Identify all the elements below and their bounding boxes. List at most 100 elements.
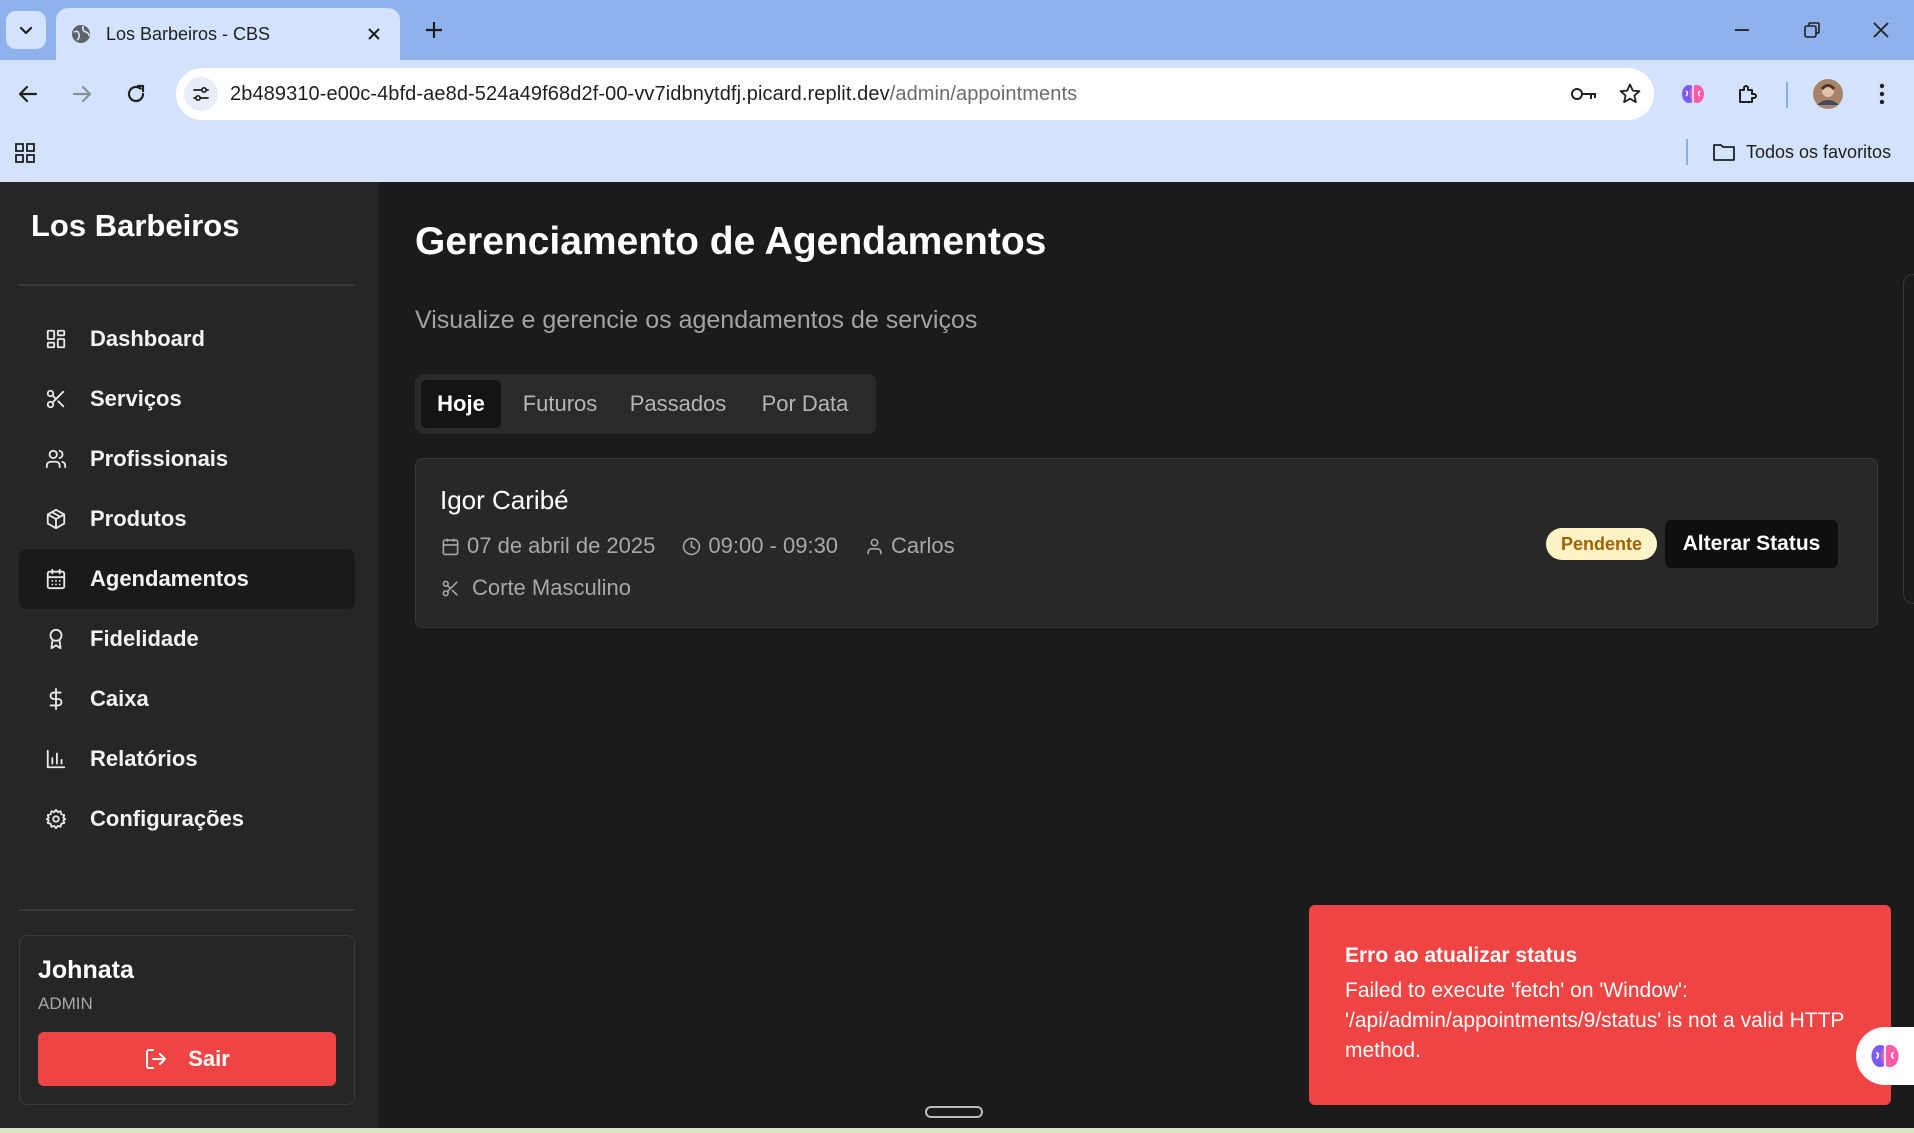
logout-icon bbox=[144, 1047, 168, 1071]
side-panel-edge[interactable] bbox=[1903, 274, 1914, 604]
main-content: Gerenciamento de Agendamentos Visualize … bbox=[379, 182, 1914, 1128]
toolbar-separator bbox=[1786, 82, 1788, 108]
brain-extension-icon[interactable] bbox=[1671, 72, 1715, 116]
profile-avatar[interactable] bbox=[1806, 72, 1850, 116]
sidebar-item-label: Dashboard bbox=[90, 326, 205, 351]
sidebar-item-label: Agendamentos bbox=[90, 566, 249, 591]
plus-icon bbox=[424, 20, 444, 40]
bookmarks-folder-label: Todos os favoritos bbox=[1746, 141, 1892, 162]
client-name: Igor Caribé bbox=[440, 485, 569, 515]
appointment-tabs: Hoje Futuros Passados Por Data bbox=[415, 374, 876, 434]
address-bar[interactable]: 2b489310-e00c-4bfd-ae8d-524a49f68d2f-00-… bbox=[176, 68, 1654, 120]
browser-menu-button[interactable] bbox=[1860, 72, 1904, 116]
calendar-icon bbox=[43, 566, 69, 592]
sidebar-item-label: Relatórios bbox=[90, 746, 198, 771]
status-badge: Pendente bbox=[1546, 528, 1658, 560]
tab-passados[interactable]: Passados bbox=[617, 380, 739, 428]
back-button[interactable] bbox=[8, 74, 48, 114]
sidebar-item-label: Profissionais bbox=[90, 446, 229, 471]
sidebar-item-label: Serviços bbox=[90, 386, 182, 411]
minimize-button[interactable] bbox=[1722, 10, 1762, 50]
apps-grid-icon[interactable] bbox=[10, 138, 40, 168]
appointment-professional: Carlos bbox=[891, 533, 955, 558]
calendar-icon bbox=[440, 536, 460, 556]
sidebar-item-caixa[interactable]: Caixa bbox=[19, 669, 355, 729]
sidebar-divider bbox=[19, 284, 355, 286]
scissors-icon bbox=[43, 386, 69, 412]
bookmarks-bar bbox=[0, 128, 1914, 182]
new-tab-button[interactable] bbox=[418, 14, 450, 46]
tab-hoje[interactable]: Hoje bbox=[421, 380, 501, 428]
appointment-service-row: Corte Masculino bbox=[440, 575, 631, 601]
more-vertical-icon bbox=[1879, 83, 1885, 105]
bookmark-star-icon[interactable] bbox=[1610, 72, 1650, 116]
brand-title: Los Barbeiros bbox=[31, 208, 240, 243]
password-key-icon[interactable] bbox=[1564, 72, 1604, 116]
tab-futuros[interactable]: Futuros bbox=[507, 380, 613, 428]
logout-button[interactable]: Sair bbox=[38, 1032, 336, 1086]
sidebar-item-servicos[interactable]: Serviços bbox=[19, 369, 355, 429]
chevron-down-icon bbox=[18, 22, 34, 38]
grid-icon bbox=[43, 326, 69, 352]
appointment-time: 09:00 - 09:30 bbox=[708, 533, 839, 558]
clock-icon bbox=[681, 536, 701, 556]
arrow-right-icon bbox=[71, 83, 93, 105]
bar-chart-icon bbox=[43, 746, 69, 772]
restore-icon bbox=[1803, 21, 1821, 39]
taskbar-edge bbox=[0, 1128, 1914, 1133]
logout-label: Sair bbox=[188, 1046, 230, 1071]
close-window-button[interactable] bbox=[1861, 10, 1901, 50]
appointment-meta: 07 de abril de 2025 09:00 - 09:30 Carlos bbox=[440, 533, 955, 559]
forward-button[interactable] bbox=[62, 74, 102, 114]
sidebar-item-label: Configurações bbox=[90, 806, 245, 831]
reload-button[interactable] bbox=[116, 74, 156, 114]
sidebar-item-configuracoes[interactable]: Configurações bbox=[19, 789, 355, 849]
bookmarks-separator bbox=[1686, 139, 1688, 165]
browser-chrome: Los Barbeiros - CBS 2b489310-e00c-4bfd-a… bbox=[0, 0, 1914, 182]
user-card: Johnata ADMIN Sair bbox=[19, 935, 355, 1105]
sidebar-item-agendamentos[interactable]: Agendamentos bbox=[19, 549, 355, 609]
users-icon bbox=[43, 446, 69, 472]
toast-title: Erro ao atualizar status bbox=[1345, 944, 1578, 967]
sidebar-item-dashboard[interactable]: Dashboard bbox=[19, 309, 355, 369]
folder-icon bbox=[1712, 142, 1736, 162]
user-name: Johnata bbox=[38, 956, 134, 984]
extensions-puzzle-icon[interactable] bbox=[1726, 72, 1770, 116]
sidebar: Los Barbeiros Dashboard Serviços Profiss… bbox=[0, 182, 379, 1128]
award-icon bbox=[43, 626, 69, 652]
package-icon bbox=[43, 506, 69, 532]
sidebar-item-fidelidade[interactable]: Fidelidade bbox=[19, 609, 355, 669]
sidebar-item-label: Caixa bbox=[90, 686, 149, 711]
sidebar-item-relatorios[interactable]: Relatórios bbox=[19, 729, 355, 789]
globe-icon bbox=[70, 23, 92, 45]
all-bookmarks-folder[interactable]: Todos os favoritos bbox=[1712, 134, 1891, 170]
site-info-icon[interactable] bbox=[184, 77, 218, 111]
close-icon bbox=[1872, 21, 1890, 39]
appointment-date: 07 de abril de 2025 bbox=[467, 533, 656, 558]
close-tab-icon[interactable] bbox=[362, 22, 386, 46]
gear-icon bbox=[43, 806, 69, 832]
browser-tab[interactable]: Los Barbeiros - CBS bbox=[56, 8, 400, 60]
page-subtitle: Visualize e gerencie os agendamentos de … bbox=[415, 306, 978, 334]
brain-assistant-icon[interactable] bbox=[1856, 1027, 1914, 1085]
minimize-icon bbox=[1733, 21, 1751, 39]
tab-title: Los Barbeiros - CBS bbox=[106, 23, 271, 44]
restore-button[interactable] bbox=[1792, 10, 1832, 50]
sidebar-divider bbox=[19, 909, 355, 911]
tab-search-button[interactable] bbox=[6, 11, 46, 49]
scroll-indicator[interactable] bbox=[925, 1106, 983, 1118]
sidebar-item-label: Produtos bbox=[90, 506, 187, 531]
app-root: Los Barbeiros Dashboard Serviços Profiss… bbox=[0, 182, 1914, 1128]
sidebar-item-profissionais[interactable]: Profissionais bbox=[19, 429, 355, 489]
toast-message: Failed to execute 'fetch' on 'Window': '… bbox=[1345, 979, 1845, 1062]
user-icon bbox=[864, 536, 884, 556]
appointment-service: Corte Masculino bbox=[472, 575, 631, 600]
user-role: ADMIN bbox=[38, 994, 93, 1013]
sidebar-item-produtos[interactable]: Produtos bbox=[19, 489, 355, 549]
dollar-icon bbox=[43, 686, 69, 712]
arrow-left-icon bbox=[17, 83, 39, 105]
reload-icon bbox=[125, 83, 147, 105]
error-toast[interactable]: Erro ao atualizar status Failed to execu… bbox=[1309, 905, 1891, 1105]
change-status-button[interactable]: Alterar Status bbox=[1665, 520, 1838, 568]
tab-por-data[interactable]: Por Data bbox=[743, 380, 867, 428]
